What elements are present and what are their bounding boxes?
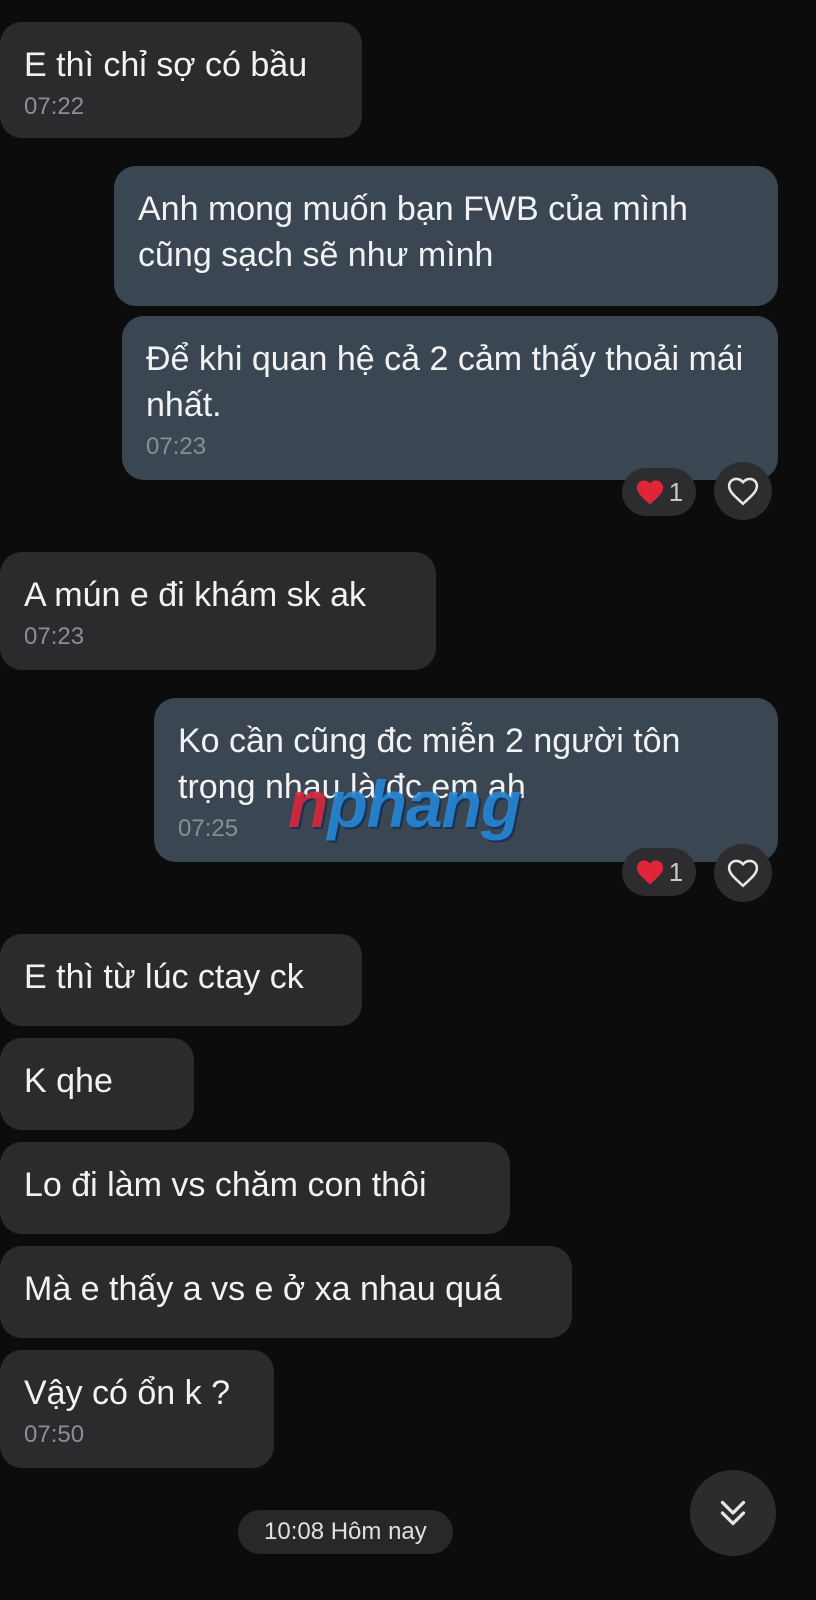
- message-text: Để khi quan hệ cả 2 cảm thấy thoải mái n…: [146, 340, 744, 424]
- react-button[interactable]: [714, 462, 772, 520]
- message-bubble-incoming[interactable]: Mà e thấy a vs e ở xa nhau quá: [0, 1246, 572, 1338]
- message-text: Mà e thấy a vs e ở xa nhau quá: [24, 1270, 502, 1308]
- reaction-count: 1: [668, 476, 684, 507]
- message-text: Ko cần cũng đc miễn 2 người tôn trọng nh…: [178, 722, 681, 806]
- message-bubble-incoming[interactable]: A mún e đi khám sk ak 07:23: [0, 552, 436, 670]
- message-timestamp: 07:50: [24, 1421, 85, 1448]
- message-bubble-outgoing[interactable]: Ko cần cũng đc miễn 2 người tôn trọng nh…: [154, 698, 778, 862]
- message-text: Lo đi làm vs chăm con thôi: [24, 1166, 427, 1204]
- message-bubble-incoming[interactable]: K qhe: [0, 1038, 194, 1130]
- message-bubble-incoming[interactable]: Vậy có ổn k ? 07:50: [0, 1350, 274, 1468]
- reaction-count: 1: [668, 856, 684, 887]
- heart-icon: [636, 480, 663, 505]
- message-text: E thì từ lúc ctay ck: [24, 958, 304, 996]
- message-text: A mún e đi khám sk ak: [24, 576, 367, 614]
- react-button[interactable]: [714, 844, 772, 902]
- message-timestamp: 07:25: [178, 815, 239, 842]
- message-bubble-outgoing[interactable]: Để khi quan hệ cả 2 cảm thấy thoải mái n…: [122, 316, 778, 480]
- message-bubble-outgoing[interactable]: Anh mong muốn bạn FWB của mình cũng sạch…: [114, 166, 778, 306]
- message-bubble-incoming[interactable]: Lo đi làm vs chăm con thôi: [0, 1142, 510, 1234]
- reaction-badge[interactable]: 1: [622, 848, 696, 896]
- heart-outline-icon: [727, 477, 759, 506]
- double-chevron-down-icon: [720, 1500, 746, 1526]
- reaction-badge[interactable]: 1: [622, 468, 696, 516]
- message-text: K qhe: [24, 1062, 113, 1100]
- message-timestamp: 07:22: [24, 93, 85, 120]
- message-timestamp: 07:23: [146, 433, 207, 460]
- heart-outline-icon: [727, 859, 759, 888]
- scroll-to-bottom-button[interactable]: [690, 1470, 776, 1556]
- message-bubble-incoming[interactable]: E thì chỉ sợ có bầu 07:22: [0, 22, 362, 138]
- date-separator: 10:08 Hôm nay: [238, 1510, 453, 1554]
- message-bubble-incoming[interactable]: E thì từ lúc ctay ck: [0, 934, 362, 1026]
- heart-icon: [636, 860, 663, 885]
- message-text: Anh mong muốn bạn FWB của mình cũng sạch…: [138, 190, 688, 274]
- message-text: Vậy có ổn k ?: [24, 1374, 231, 1412]
- message-timestamp: 07:23: [24, 623, 85, 650]
- message-text: E thì chỉ sợ có bầu: [24, 46, 308, 84]
